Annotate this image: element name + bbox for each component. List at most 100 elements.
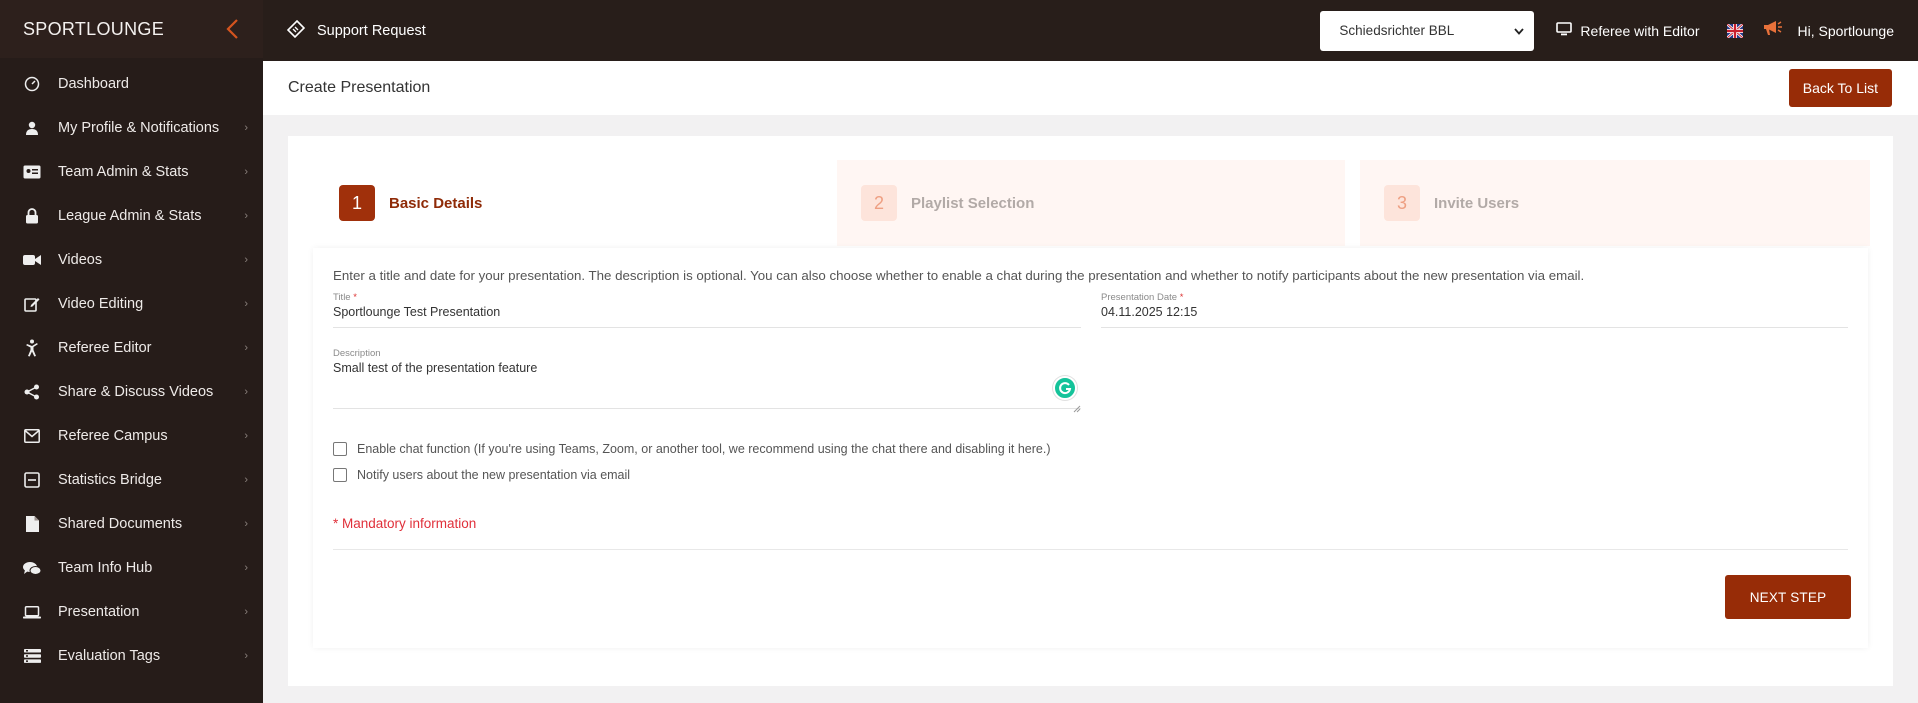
- share-icon: [23, 383, 41, 401]
- sidebar-item-label: Share & Discuss Videos: [58, 384, 214, 400]
- chevron-right-icon: ›: [244, 298, 248, 310]
- support-request-label: Support Request: [317, 22, 426, 39]
- presentation-date-field[interactable]: Presentation Date * 04.11.2025 12:15: [1101, 292, 1848, 328]
- title-field[interactable]: Title * Sportlounge Test Presentation: [333, 292, 1081, 328]
- grammarly-icon[interactable]: [1053, 376, 1077, 400]
- sidebar-item-label: Referee Editor: [58, 340, 152, 356]
- top-bar: Support Request Schiedsrichter BBL Refer…: [263, 0, 1918, 61]
- step-invite-users[interactable]: 3 Invite Users: [1360, 160, 1870, 246]
- mandatory-info-note: * Mandatory information: [333, 516, 477, 531]
- megaphone-icon[interactable]: [1763, 20, 1783, 41]
- chevron-right-icon: ›: [244, 518, 248, 530]
- description-field[interactable]: Description Small test of the presentati…: [333, 348, 1081, 413]
- sidebar-item-shared-documents[interactable]: Shared Documents ›: [0, 502, 263, 546]
- tags-list-icon: [23, 647, 41, 665]
- step-label: Basic Details: [389, 194, 483, 212]
- chevron-right-icon: ›: [244, 474, 248, 486]
- title-label: Title *: [333, 292, 357, 303]
- referee-editor-link[interactable]: Referee with Editor: [1556, 22, 1699, 39]
- chevron-right-icon: ›: [244, 562, 248, 574]
- brand-bar: SPORTLOUNGE: [0, 0, 263, 58]
- chevron-right-icon: ›: [244, 606, 248, 618]
- sidebar-item-league-admin[interactable]: League Admin & Stats ›: [0, 194, 263, 238]
- chevron-right-icon: ›: [244, 342, 248, 354]
- form-intro-text: Enter a title and date for your presenta…: [333, 268, 1585, 283]
- back-to-list-button[interactable]: Back To List: [1788, 69, 1892, 107]
- sidebar-item-presentation[interactable]: Presentation ›: [0, 590, 263, 634]
- sidebar-item-share-discuss[interactable]: Share & Discuss Videos ›: [0, 370, 263, 414]
- sidebar-item-label: Shared Documents: [58, 516, 183, 532]
- video-camera-icon: [23, 251, 41, 269]
- page-title: Create Presentation: [288, 79, 431, 96]
- role-select-value: Schiedsrichter BBL: [1339, 23, 1455, 38]
- ticket-icon: [286, 19, 306, 42]
- chevron-right-icon: ›: [244, 430, 248, 442]
- resize-handle-icon[interactable]: [1073, 400, 1081, 413]
- chevron-down-icon: [1514, 23, 1525, 38]
- chevron-right-icon: ›: [244, 122, 248, 134]
- sidebar-item-team-admin[interactable]: Team Admin & Stats ›: [0, 150, 263, 194]
- sidebar-item-label: Team Info Hub: [58, 560, 153, 576]
- basic-details-form: Enter a title and date for your presenta…: [313, 248, 1868, 648]
- user-greeting[interactable]: Hi, Sportlounge: [1797, 23, 1894, 39]
- referee-editor-label: Referee with Editor: [1580, 22, 1700, 39]
- step-number: 2: [861, 185, 897, 221]
- sidebar-item-label: Statistics Bridge: [58, 472, 162, 488]
- chevron-right-icon: ›: [244, 386, 248, 398]
- enable-chat-label: Enable chat function (If you're using Te…: [357, 442, 1051, 456]
- document-icon: [23, 515, 41, 533]
- step-basic-details[interactable]: 1 Basic Details: [288, 160, 808, 246]
- chat-bubbles-icon: [23, 559, 41, 577]
- laptop-icon: [23, 603, 41, 621]
- step-number: 3: [1384, 185, 1420, 221]
- notify-users-row[interactable]: Notify users about the new presentation …: [333, 468, 630, 482]
- sidebar-item-label: League Admin & Stats: [58, 208, 202, 224]
- title-input-value[interactable]: Sportlounge Test Presentation: [333, 305, 500, 319]
- enable-chat-row[interactable]: Enable chat function (If you're using Te…: [333, 442, 1051, 456]
- role-select[interactable]: Schiedsrichter BBL: [1320, 10, 1535, 51]
- dashboard-gauge-icon: [23, 75, 41, 93]
- lock-icon: [23, 207, 41, 225]
- sidebar-item-evaluation-tags[interactable]: Evaluation Tags ›: [0, 634, 263, 678]
- step-playlist-selection[interactable]: 2 Playlist Selection: [837, 160, 1345, 246]
- sidebar-item-videos[interactable]: Videos ›: [0, 238, 263, 282]
- step-label: Playlist Selection: [911, 194, 1035, 212]
- page-header: Create Presentation Back To List: [263, 61, 1918, 115]
- notify-users-label: Notify users about the new presentation …: [357, 468, 631, 482]
- sidebar-item-statistics-bridge[interactable]: Statistics Bridge ›: [0, 458, 263, 502]
- enable-chat-checkbox[interactable]: [333, 442, 347, 456]
- sidebar-item-label: My Profile & Notifications: [58, 120, 220, 136]
- sidebar-item-label: Presentation: [58, 604, 140, 620]
- minus-square-icon: [23, 471, 41, 489]
- sidebar-item-label: Team Admin & Stats: [58, 164, 189, 180]
- id-card-icon: [23, 163, 41, 181]
- next-step-button[interactable]: NEXT STEP: [1725, 575, 1851, 619]
- brand-logo-text: SPORTLOUNGE: [23, 18, 164, 39]
- presentation-date-value[interactable]: 04.11.2025 12:15: [1101, 305, 1197, 319]
- user-icon: [23, 119, 41, 137]
- description-textarea-value[interactable]: Small test of the presentation feature: [333, 361, 537, 375]
- sidebar-item-label: Referee Campus: [58, 428, 168, 444]
- edit-icon: [23, 295, 41, 313]
- divider: [333, 549, 1848, 550]
- uk-flag-icon[interactable]: [1726, 22, 1745, 39]
- notify-users-checkbox[interactable]: [333, 468, 347, 482]
- step-label: Invite Users: [1434, 194, 1520, 212]
- sidebar-item-label: Video Editing: [58, 296, 144, 312]
- chevron-right-icon: ›: [244, 166, 248, 178]
- sidebar-item-my-profile[interactable]: My Profile & Notifications ›: [0, 106, 263, 150]
- collapse-sidebar-icon[interactable]: [221, 18, 243, 40]
- wizard-card: 1 Basic Details 2 Playlist Selection 3 I…: [288, 136, 1893, 686]
- sidebar-item-referee-campus[interactable]: Referee Campus ›: [0, 414, 263, 458]
- sidebar-item-referee-editor[interactable]: Referee Editor ›: [0, 326, 263, 370]
- referee-icon: [23, 339, 41, 357]
- monitor-icon: [1556, 22, 1573, 39]
- sidebar-item-video-editing[interactable]: Video Editing ›: [0, 282, 263, 326]
- support-request-link[interactable]: Support Request: [286, 19, 426, 42]
- sidebar-item-team-info-hub[interactable]: Team Info Hub ›: [0, 546, 263, 590]
- sidebar-item-label: Evaluation Tags: [58, 648, 161, 664]
- presentation-date-label: Presentation Date *: [1101, 292, 1184, 303]
- chevron-right-icon: ›: [244, 254, 248, 266]
- sidebar-item-dashboard[interactable]: Dashboard: [0, 62, 263, 106]
- top-bar-right: Schiedsrichter BBL Referee with Editor H…: [1320, 10, 1894, 51]
